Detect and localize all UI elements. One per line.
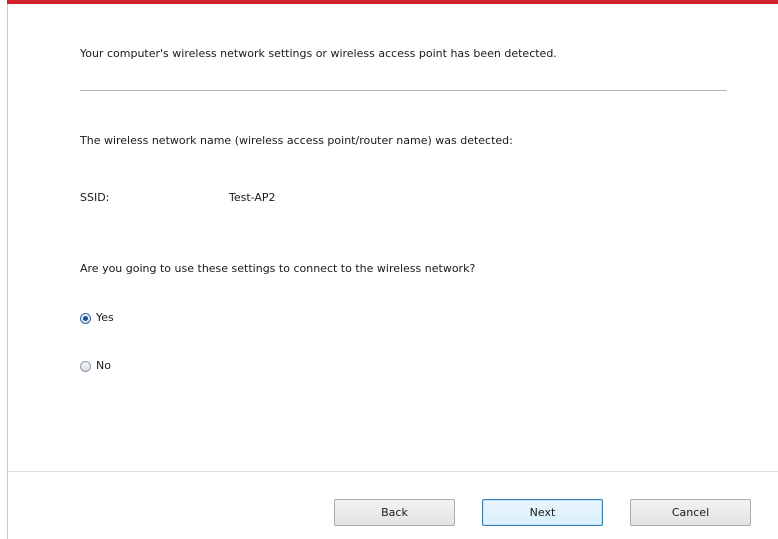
footer-divider — [8, 471, 778, 472]
ssid-detected-message: The wireless network name (wireless acce… — [80, 134, 513, 147]
detected-message: Your computer's wireless network setting… — [80, 47, 557, 60]
radio-option-yes[interactable]: Yes — [80, 310, 114, 326]
radio-option-yes-label: Yes — [96, 311, 114, 324]
ssid-label: SSID: — [80, 191, 110, 204]
cancel-button[interactable]: Cancel — [630, 499, 751, 526]
radio-checked-icon[interactable] — [80, 312, 91, 324]
radio-option-no[interactable]: No — [80, 358, 111, 374]
radio-unchecked-icon[interactable] — [80, 360, 91, 372]
window-left-border — [7, 4, 8, 539]
accent-bar — [7, 0, 778, 4]
back-button[interactable]: Back — [334, 499, 455, 526]
next-button[interactable]: Next — [482, 499, 603, 526]
separator-line — [80, 90, 727, 91]
connect-question: Are you going to use these settings to c… — [80, 262, 476, 275]
radio-option-no-label: No — [96, 359, 111, 372]
wizard-window: Your computer's wireless network setting… — [0, 0, 778, 539]
ssid-value: Test-AP2 — [229, 191, 276, 204]
